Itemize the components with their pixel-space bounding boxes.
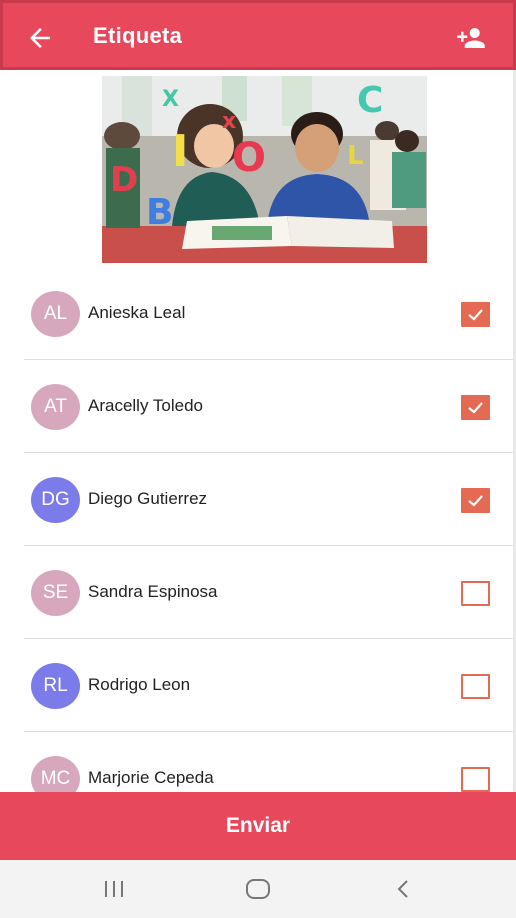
- recents-icon: [105, 881, 123, 897]
- recents-button[interactable]: [102, 878, 126, 905]
- avatar: MC: [31, 756, 80, 792]
- list-item[interactable]: AT Aracelly Toledo: [24, 360, 514, 453]
- letter-decoration: O: [232, 135, 266, 181]
- list-item[interactable]: SE Sandra Espinosa: [24, 546, 514, 639]
- check-icon: [468, 309, 483, 321]
- person-add-icon: [457, 28, 485, 48]
- contact-name: Rodrigo Leon: [88, 675, 191, 694]
- arrow-left-icon: [30, 28, 50, 48]
- classroom-illustration: X I O D B C L x: [102, 76, 427, 263]
- home-icon: [246, 879, 270, 899]
- add-user-button[interactable]: [455, 23, 487, 53]
- contact-checkbox[interactable]: [461, 395, 490, 420]
- avatar: AL: [31, 291, 80, 337]
- send-button[interactable]: Enviar: [0, 792, 516, 860]
- list-item[interactable]: AL Anieska Leal: [24, 267, 514, 360]
- app-bar: Etiqueta: [0, 0, 516, 70]
- contact-name: Aracelly Toledo: [88, 396, 203, 415]
- contact-checkbox[interactable]: [461, 302, 490, 327]
- back-chevron-icon: [397, 880, 408, 898]
- check-icon: [468, 402, 483, 414]
- avatar: DG: [31, 477, 80, 523]
- hero-image: X I O D B C L x: [102, 76, 427, 263]
- list-item[interactable]: RL Rodrigo Leon: [24, 639, 514, 732]
- system-nav-bar: [0, 860, 516, 918]
- contact-name: Anieska Leal: [88, 303, 186, 322]
- list-item[interactable]: MC Marjorie Cepeda: [24, 732, 514, 792]
- contact-name: Diego Gutierrez: [88, 489, 208, 508]
- letter-decoration: L: [347, 141, 364, 171]
- letter-decoration: X: [162, 87, 179, 112]
- send-button-label: Enviar: [225, 814, 291, 837]
- avatar: AT: [31, 384, 80, 430]
- content-area[interactable]: X I O D B C L x AL Anieska Leal AT Arace…: [0, 70, 516, 792]
- letter-decoration: C: [357, 80, 383, 121]
- avatar: RL: [31, 663, 80, 709]
- contact-checkbox[interactable]: [461, 581, 490, 606]
- back-button[interactable]: [25, 23, 55, 53]
- contact-checkbox[interactable]: [461, 674, 490, 699]
- contact-name: Marjorie Cepeda: [88, 768, 214, 787]
- system-back-button[interactable]: [394, 878, 412, 905]
- contact-name: Sandra Espinosa: [88, 582, 218, 601]
- letter-decoration: I: [172, 126, 188, 177]
- avatar: SE: [31, 570, 80, 616]
- contact-list: AL Anieska Leal AT Aracelly Toledo DG Di…: [24, 267, 514, 792]
- list-item[interactable]: DG Diego Gutierrez: [24, 453, 514, 546]
- page-title: Etiqueta: [93, 23, 183, 48]
- letter-decoration: D: [110, 160, 138, 200]
- contact-checkbox[interactable]: [461, 488, 490, 513]
- home-button[interactable]: [245, 878, 271, 905]
- contact-checkbox[interactable]: [461, 767, 490, 792]
- check-icon: [468, 495, 483, 507]
- letter-decoration: B: [146, 192, 173, 233]
- svg-text:x: x: [222, 109, 236, 134]
